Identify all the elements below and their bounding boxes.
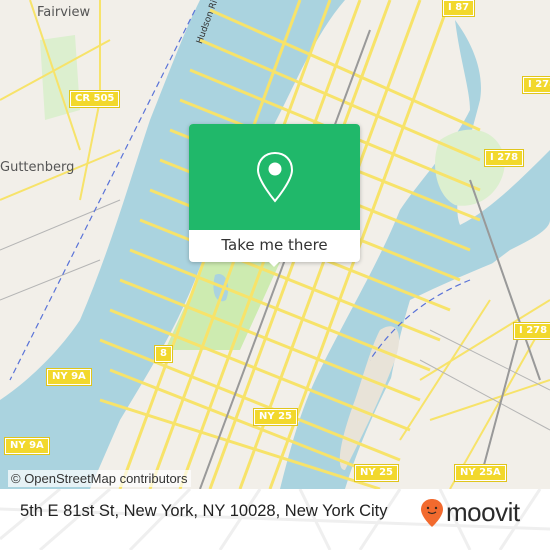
address-text: 5th E 81st St, New York, NY 10028, New Y… [20, 502, 388, 520]
road-shield: I 278 [483, 149, 525, 167]
road-shield: I 87 [441, 0, 476, 17]
road-shield: I 278 [512, 322, 550, 340]
road-shield: NY 9A [4, 437, 50, 455]
road-shield: I 278 [521, 76, 550, 94]
popup-header [189, 124, 360, 230]
brand-name: moovit [446, 497, 520, 527]
road-shield: CR 505 [68, 90, 121, 108]
road-shield: NY 25 [353, 464, 400, 482]
place-label-fairview: Fairview [37, 5, 91, 20]
moovit-logo[interactable]: moovit [420, 497, 520, 528]
map-view[interactable]: Fairview Guttenberg Hudson River CR 505 … [0, 0, 550, 489]
map-attribution[interactable]: © OpenStreetMap contributors [8, 470, 191, 487]
location-popup: Take me there [189, 124, 360, 267]
moovit-pin-icon [421, 498, 443, 527]
map-pin-icon [256, 151, 293, 203]
randalls-island [435, 129, 505, 206]
road-shield: NY 25 [252, 408, 299, 426]
road-shield: NY 25A [454, 464, 507, 482]
footer: 5th E 81st St, New York, NY 10028, New Y… [0, 489, 550, 550]
place-label-guttenberg: Guttenberg [0, 160, 75, 175]
take-me-there-button[interactable]: Take me there [189, 230, 360, 262]
road-shield: 8 [154, 345, 173, 363]
road-shield: NY 9A [46, 368, 92, 386]
popup-pointer [267, 260, 281, 267]
